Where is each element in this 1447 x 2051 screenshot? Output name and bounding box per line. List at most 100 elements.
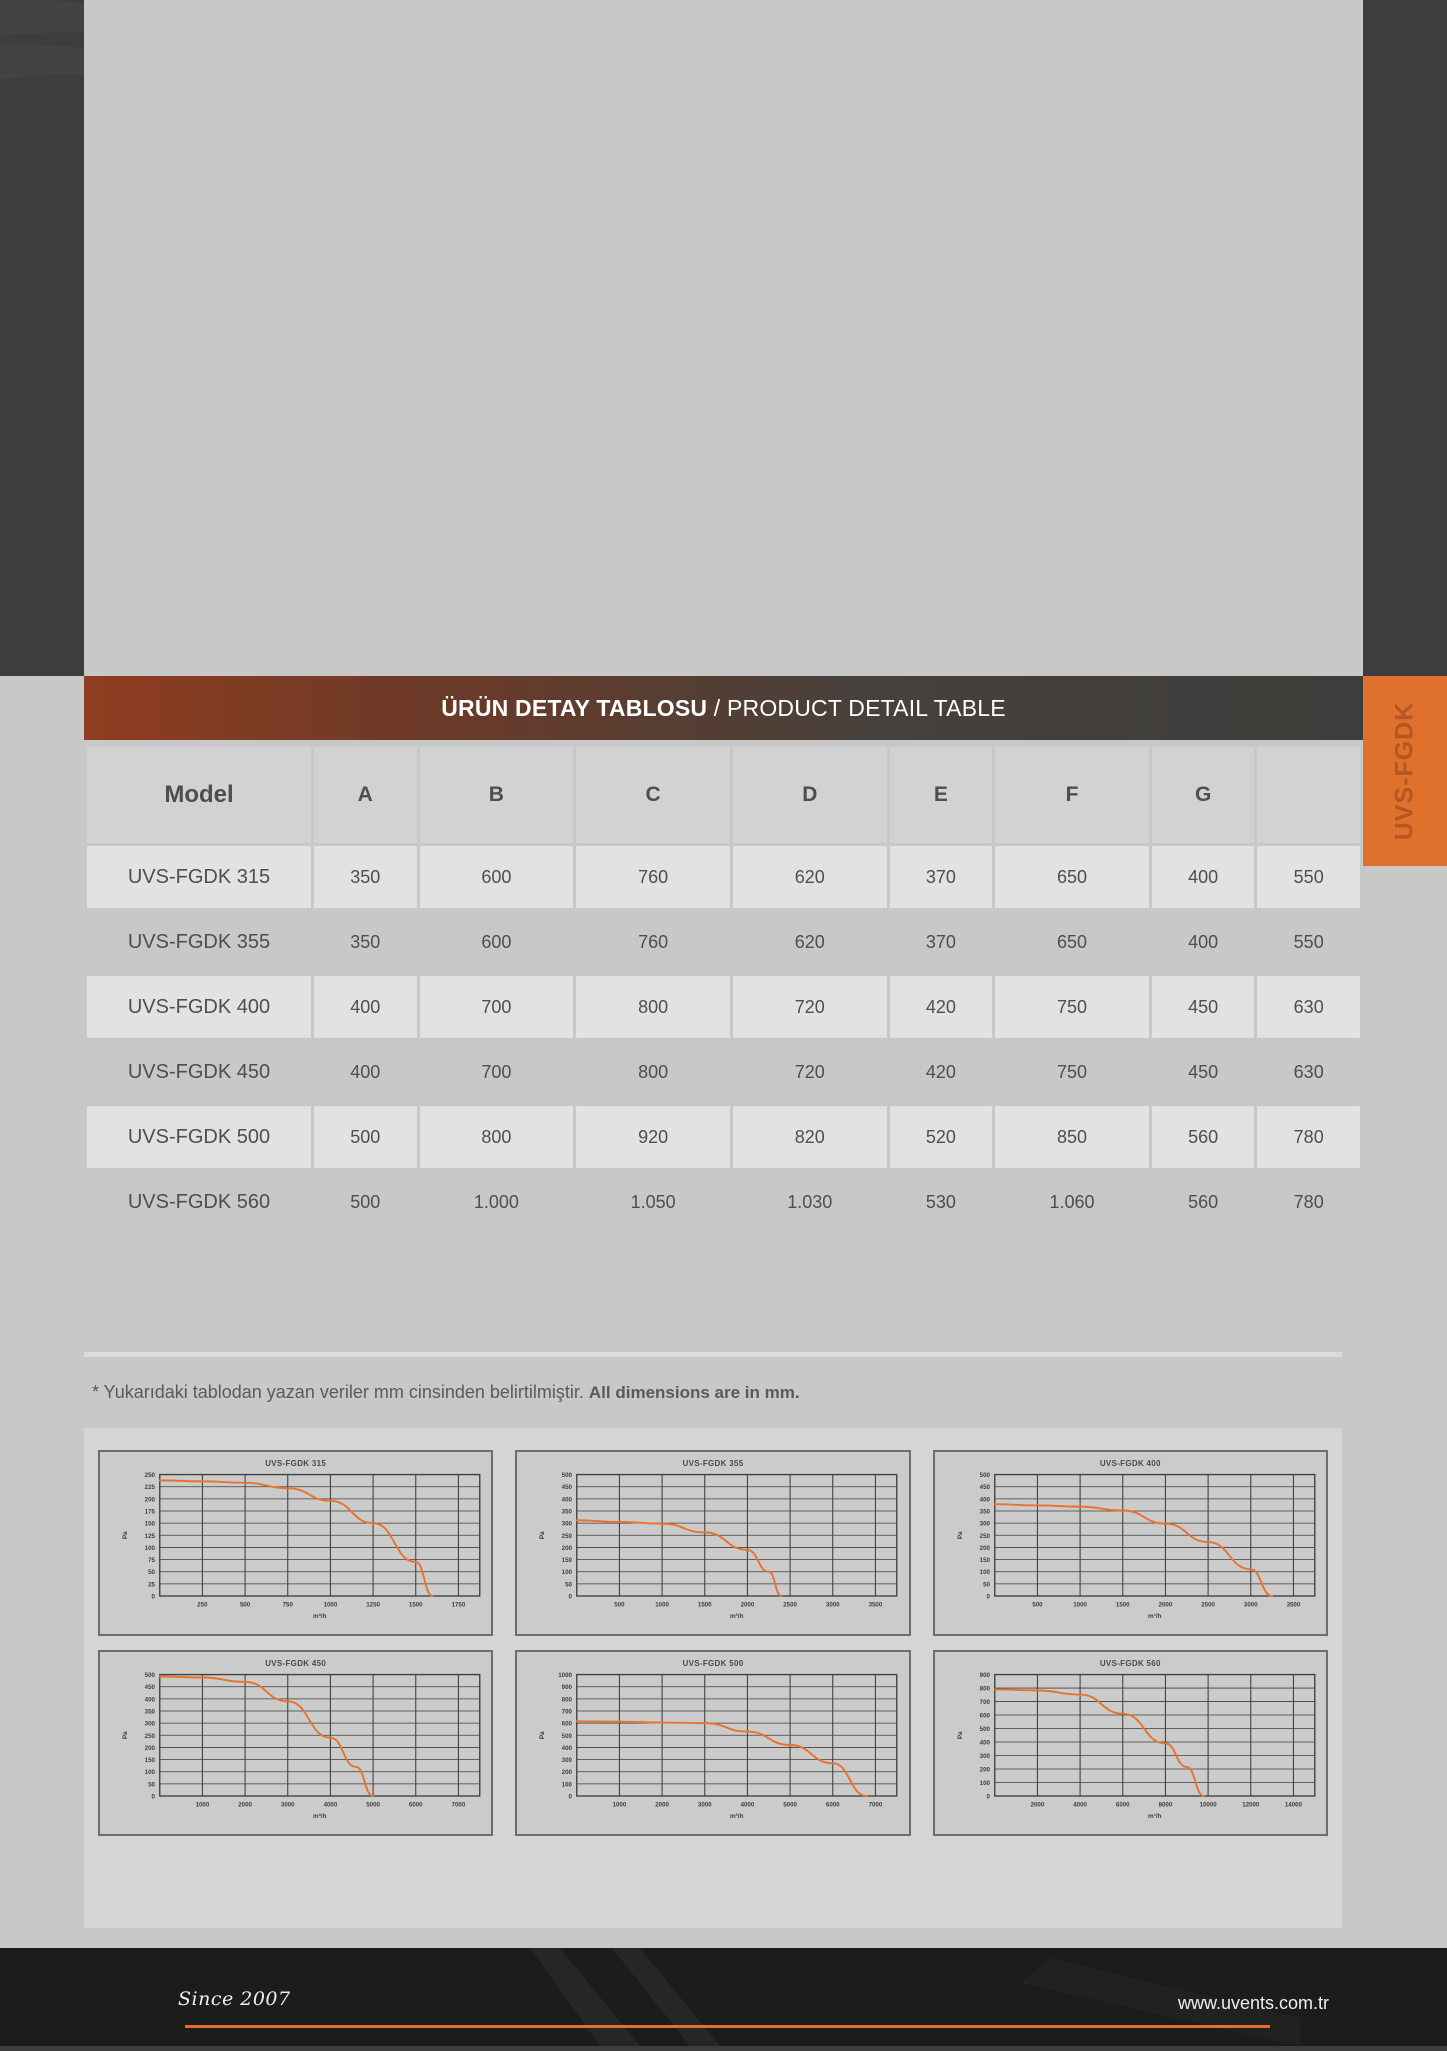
svg-text:200: 200 <box>562 1769 573 1776</box>
cell-e: 420 <box>889 976 993 1038</box>
cell-e: 370 <box>889 846 993 908</box>
svg-text:0: 0 <box>152 1794 156 1801</box>
svg-text:25: 25 <box>148 1581 155 1588</box>
column-header-e: E <box>889 747 993 843</box>
svg-text:200: 200 <box>145 1496 156 1503</box>
performance-charts-panel: UVS-FGDK 315 0 25 50 75 100 125 150 175 200 225 25… <box>84 1428 1342 1928</box>
cell-b: 1.000 <box>473 1191 519 1212</box>
product-table-body: UVS-FGDK 315 350 600 760 620 370 650 400… <box>87 846 1360 1233</box>
svg-text:3500: 3500 <box>1286 1602 1300 1609</box>
svg-text:10000: 10000 <box>1199 1802 1217 1809</box>
svg-text:500: 500 <box>240 1602 251 1609</box>
series-side-tab[interactable]: UVS-FGDK <box>1363 676 1447 866</box>
svg-text:1750: 1750 <box>452 1602 466 1609</box>
chart-uvs-fgdk-355: UVS-FGDK 355 0 50 100 150 200 250 300 350 400 450… <box>515 1450 911 1636</box>
svg-text:200: 200 <box>979 1767 990 1774</box>
svg-text:3000: 3000 <box>698 1802 712 1809</box>
footer-rule <box>185 2025 1270 2028</box>
series-side-tab-label: UVS-FGDK <box>1390 701 1419 841</box>
cell-c: 920 <box>576 1106 730 1168</box>
svg-text:m³/h: m³/h <box>1148 1613 1162 1620</box>
table-row: UVS-FGDK 400 400 700 800 720 420 750 450… <box>87 976 1360 1038</box>
cell-model: UVS-FGDK 400 <box>87 976 311 1038</box>
svg-text:100: 100 <box>145 1545 156 1552</box>
svg-text:100: 100 <box>562 1569 573 1576</box>
chart-uvs-fgdk-560: UVS-FGDK 560 0 100 200 300 400 500 600 700 800 90… <box>932 1650 1328 1836</box>
svg-text:3500: 3500 <box>869 1602 883 1609</box>
cell-e: 530 <box>925 1191 956 1212</box>
svg-text:125: 125 <box>145 1533 156 1540</box>
svg-text:1500: 1500 <box>409 1602 423 1609</box>
svg-text:4000: 4000 <box>324 1802 338 1809</box>
cell-g: 560 <box>1151 1106 1255 1168</box>
cell-model: UVS-FGDK 560 <box>127 1190 271 1213</box>
cell-extra: 630 <box>1293 1061 1324 1082</box>
cell-g: 450 <box>1151 976 1255 1038</box>
cell-a: 500 <box>350 1191 381 1212</box>
svg-text:7000: 7000 <box>452 1802 466 1809</box>
table-row: UVS-FGDK 355 350 600 760 620 370 650 400… <box>87 911 1360 973</box>
column-header-b: B <box>419 747 574 843</box>
chart-uvs-fgdk-400: UVS-FGDK 400 0 50 100 150 200 250 300 350 400 450… <box>932 1450 1328 1636</box>
table-row: UVS-FGDK 450 400 700 800 720 420 750 450… <box>87 1041 1360 1103</box>
chart-uvs-fgdk-315: UVS-FGDK 315 0 25 50 75 100 125 150 175 200 225 25… <box>98 1450 494 1636</box>
svg-text:1500: 1500 <box>1116 1602 1130 1609</box>
svg-text:2000: 2000 <box>1030 1802 1044 1809</box>
cell-e: 420 <box>925 1061 956 1082</box>
svg-text:250: 250 <box>145 1733 156 1740</box>
product-table-head: Model A B C D E F G <box>87 747 1360 843</box>
product-table-banner: ÜRÜN DETAY TABLOSU / PRODUCT DETAIL TABL… <box>84 676 1363 740</box>
cell-a: 500 <box>314 1106 417 1168</box>
svg-text:450: 450 <box>979 1484 990 1491</box>
svg-text:150: 150 <box>145 1521 156 1528</box>
svg-text:100: 100 <box>979 1780 990 1787</box>
svg-text:1000: 1000 <box>196 1802 210 1809</box>
chart-plot-svg: 0 50 100 150 200 250 300 350 400 450 500 500 1000 150… <box>957 1472 1316 1620</box>
chart-plot-svg: 0 25 50 75 100 125 150 175 200 225 250 250 500 750 100… <box>122 1472 481 1620</box>
svg-text:200: 200 <box>562 1545 573 1552</box>
svg-text:0: 0 <box>986 1794 990 1801</box>
svg-text:1250: 1250 <box>366 1602 380 1609</box>
cell-d: 1.030 <box>787 1191 833 1212</box>
svg-text:3000: 3000 <box>1244 1602 1258 1609</box>
cell-d: 820 <box>732 1106 887 1168</box>
cell-a: 400 <box>350 1061 381 1082</box>
svg-text:600: 600 <box>979 1713 990 1720</box>
product-table-element: Model A B C D E F G UVS-FGDK 315 350 600… <box>84 744 1363 1236</box>
svg-text:m³/h: m³/h <box>313 1613 327 1620</box>
footer-website-url[interactable]: www.uvents.com.tr <box>1178 1993 1329 2014</box>
cell-f: 650 <box>1057 931 1088 952</box>
cell-a: 350 <box>350 931 381 952</box>
column-header-c: C <box>576 747 730 843</box>
svg-text:m³/h: m³/h <box>730 1613 744 1620</box>
svg-text:2500: 2500 <box>1201 1602 1215 1609</box>
svg-text:200: 200 <box>145 1745 156 1752</box>
page-root: UVENTS www.uvents.com.tr 93 ÖZELLİKLER /… <box>0 0 1447 2046</box>
cell-d: 620 <box>794 931 825 952</box>
column-header-a: A <box>314 747 417 843</box>
svg-text:300: 300 <box>979 1753 990 1760</box>
svg-text:400: 400 <box>979 1496 990 1503</box>
product-table-banner-tr: ÜRÜN DETAY TABLOSU <box>441 694 708 721</box>
chart-plot-svg: 0 100 200 300 400 500 600 700 800 900 2000 4000 6000… <box>957 1672 1316 1820</box>
svg-text:5000: 5000 <box>784 1802 798 1809</box>
svg-text:150: 150 <box>979 1557 990 1564</box>
table-header-row: Model A B C D E F G <box>87 747 1360 843</box>
svg-text:150: 150 <box>562 1557 573 1564</box>
table-row: UVS-FGDK 500 500 800 920 820 520 850 560… <box>87 1106 1360 1168</box>
svg-text:0: 0 <box>986 1594 990 1601</box>
cell-extra: 550 <box>1257 846 1360 908</box>
svg-text:50: 50 <box>148 1781 155 1788</box>
chart-uvs-fgdk-450: UVS-FGDK 450 0 50 100 150 200 250 300 350 400 450… <box>98 1650 494 1836</box>
cell-model: UVS-FGDK 355 <box>127 930 271 953</box>
cell-e: 520 <box>889 1106 993 1168</box>
svg-text:500: 500 <box>562 1733 573 1740</box>
svg-text:1000: 1000 <box>559 1672 573 1679</box>
cell-d: 620 <box>732 846 887 908</box>
table-note-en: All dimensions are in mm. <box>588 1383 800 1402</box>
performance-charts-grid: UVS-FGDK 315 0 25 50 75 100 125 150 175 200 225 25… <box>84 1450 1342 1836</box>
column-header-blank <box>1257 747 1360 843</box>
table-row: UVS-FGDK 560 500 1.000 1.050 1.030 530 1… <box>87 1171 1360 1233</box>
svg-text:450: 450 <box>562 1484 573 1491</box>
svg-text:6000: 6000 <box>1116 1802 1130 1809</box>
